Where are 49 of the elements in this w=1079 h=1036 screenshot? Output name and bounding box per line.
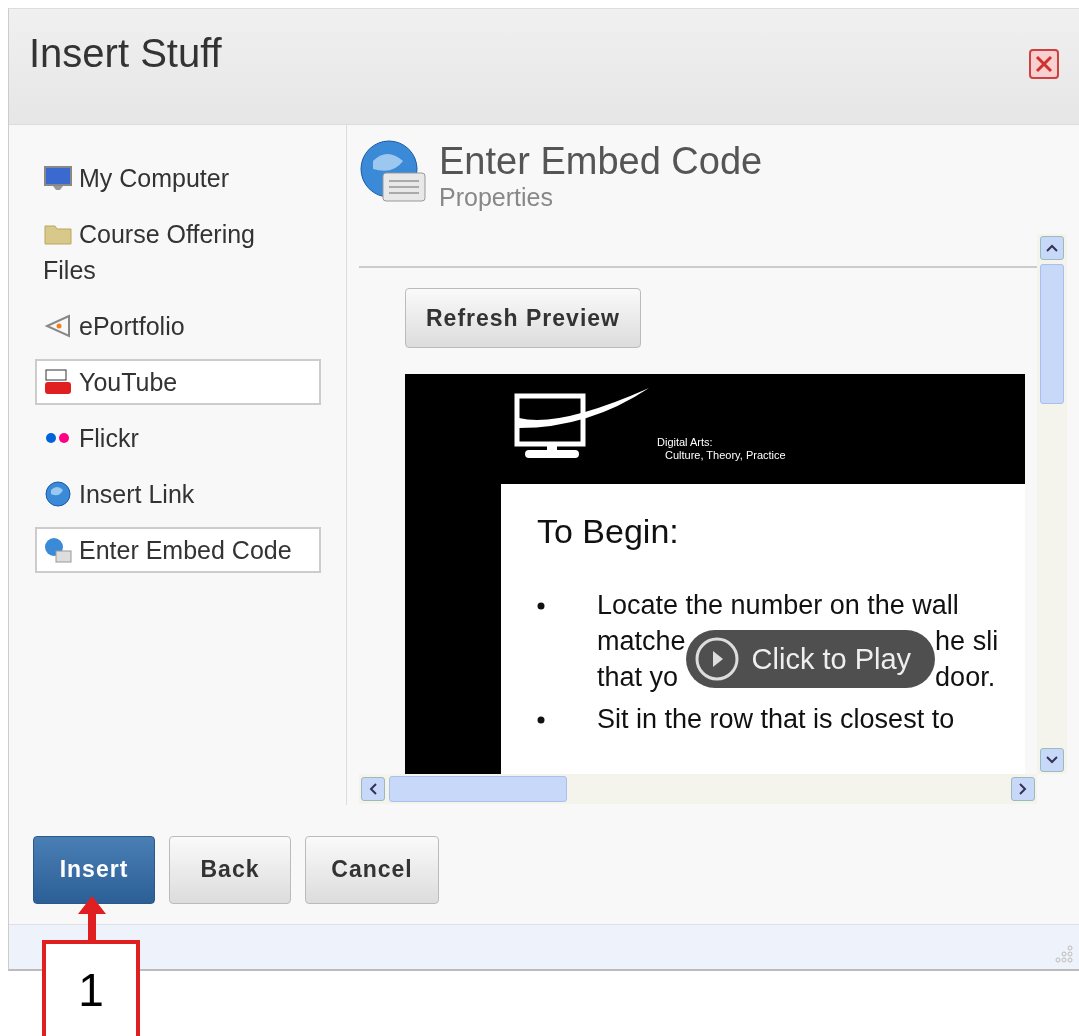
slide-text: he sli	[935, 625, 999, 658]
portfolio-icon	[43, 312, 73, 340]
window-title: Insert Stuff	[29, 31, 222, 76]
sidebar-item[interactable]: Course Offering Files	[35, 211, 321, 293]
chevron-down-icon	[1045, 755, 1059, 765]
chevron-left-icon	[368, 782, 378, 796]
youtube-icon	[43, 368, 73, 396]
slide-header-text: Culture, Theory, Practice	[664, 449, 786, 462]
click-to-play-button[interactable]: Click to Play	[685, 630, 936, 688]
refresh-preview-button[interactable]: Refresh Preview	[405, 288, 641, 348]
primary-action-button[interactable]: Insert	[33, 835, 155, 904]
panel-subtitle: Properties	[439, 183, 554, 212]
play-icon	[693, 636, 740, 682]
slide-header-text: Digital Arts:	[657, 436, 714, 449]
horizontal-scrollbar[interactable]	[359, 774, 1037, 804]
sidebar-item[interactable]: Insert Link	[35, 471, 321, 517]
scrollbar-thumb[interactable]	[1040, 264, 1064, 404]
bullet-icon	[537, 716, 545, 724]
sidebar-item[interactable]: Flickr	[35, 415, 321, 461]
sidebar-item[interactable]: My Computer	[35, 155, 321, 201]
sidebar-item[interactable]: ePortfolio	[35, 303, 321, 349]
slide-heading: To Begin:	[537, 512, 680, 551]
slide-text: door.	[935, 661, 997, 694]
slide-text: that yo	[597, 661, 680, 694]
chevron-right-icon	[1018, 782, 1028, 796]
annotation-arrow	[76, 894, 108, 942]
annotation-callout: 1	[42, 940, 140, 1036]
slide-text: Sit in the row that is closest to	[597, 703, 955, 736]
globe-icon	[43, 480, 73, 508]
panel-title: Enter Embed Code	[439, 139, 763, 183]
embed-code-icon	[43, 536, 73, 564]
sidebar-item[interactable]: Enter Embed Code	[35, 527, 321, 573]
scroll-down-button[interactable]	[1040, 748, 1064, 772]
resize-grip-icon[interactable]	[1055, 945, 1073, 963]
slide-text: matche	[597, 625, 686, 658]
secondary-action-button[interactable]: Cancel	[305, 835, 439, 904]
slide-text: Locate the number on the wall	[597, 589, 960, 622]
scroll-right-button[interactable]	[1011, 777, 1035, 801]
scrollbar-thumb[interactable]	[389, 776, 567, 802]
secondary-action-button[interactable]: Back	[169, 835, 291, 904]
embed-code-icon	[359, 139, 429, 205]
sidebar-item[interactable]: YouTube	[35, 359, 321, 405]
computer-icon	[43, 164, 73, 192]
vertical-scrollbar[interactable]	[1037, 234, 1067, 774]
scroll-up-button[interactable]	[1040, 236, 1064, 260]
bullet-icon	[537, 602, 545, 610]
scroll-left-button[interactable]	[361, 777, 385, 801]
chevron-up-icon	[1045, 243, 1059, 253]
close-icon[interactable]	[1029, 49, 1059, 79]
